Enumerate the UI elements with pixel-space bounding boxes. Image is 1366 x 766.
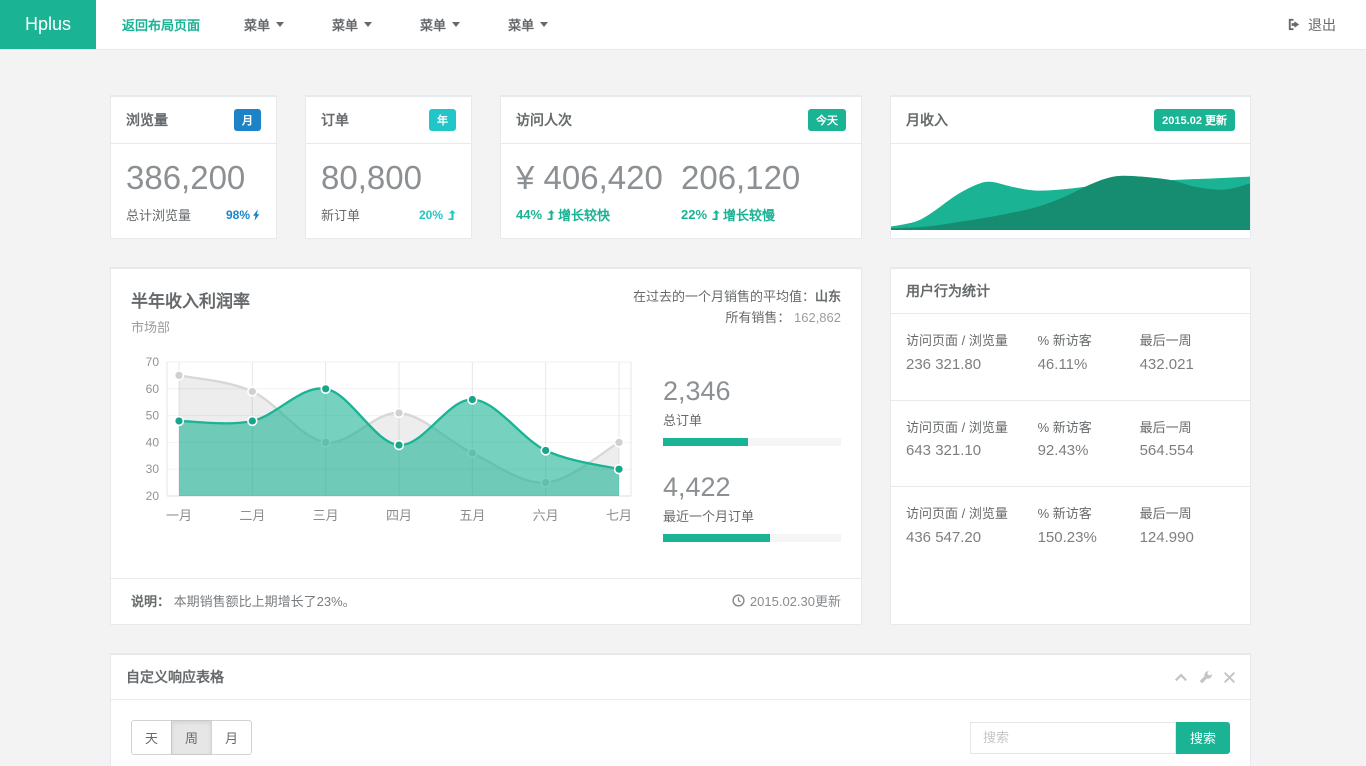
svg-text:30: 30 bbox=[146, 462, 160, 476]
page-content: 浏览量 月 386,200 总计浏览量 98% 订单 年 80, bbox=[0, 50, 1366, 766]
search-group: 搜索 bbox=[970, 722, 1230, 754]
svg-text:一月: 一月 bbox=[166, 508, 192, 523]
svg-text:20: 20 bbox=[146, 489, 160, 503]
period-badge: 今天 bbox=[808, 109, 846, 131]
chart-title: 半年收入利润率 bbox=[131, 287, 250, 312]
level-up-icon bbox=[545, 210, 555, 220]
total-orders-label: 总订单 bbox=[663, 410, 841, 429]
caret-down-icon bbox=[364, 22, 372, 27]
menu-dropdown-1[interactable]: 菜单 bbox=[220, 0, 308, 49]
stat-label: 总计浏览量 bbox=[126, 205, 191, 224]
middle-row: 半年收入利润率 市场部 在过去的一个月销售的平均值：山东 所有销售： 162,8… bbox=[110, 267, 1251, 625]
search-input[interactable] bbox=[970, 722, 1176, 754]
card-page-views: 浏览量 月 386,200 总计浏览量 98% bbox=[110, 95, 277, 239]
card-title: 用户行为统计 bbox=[906, 281, 990, 301]
range-button-week[interactable]: 周 bbox=[171, 720, 212, 755]
card-orders: 订单 年 80,800 新订单 20% bbox=[305, 95, 472, 239]
updated-badge: 2015.02 更新 bbox=[1154, 109, 1235, 131]
level-up-icon bbox=[710, 210, 720, 220]
card-title: 浏览量 bbox=[126, 110, 168, 130]
monthly-income-area-chart bbox=[891, 144, 1250, 230]
range-button-month[interactable]: 月 bbox=[211, 720, 252, 755]
collapse-icon[interactable] bbox=[1175, 673, 1187, 682]
svg-text:二月: 二月 bbox=[239, 508, 265, 523]
summary-value: 山东 bbox=[815, 289, 841, 304]
caret-down-icon bbox=[452, 22, 460, 27]
caret-down-icon bbox=[540, 22, 548, 27]
sales-summary: 在过去的一个月销售的平均值：山东 所有销售： 162,862 bbox=[633, 287, 841, 336]
month-orders-label: 最近一个月订单 bbox=[663, 506, 841, 525]
menu-dropdown-3[interactable]: 菜单 bbox=[396, 0, 484, 49]
chart-subtitle: 市场部 bbox=[131, 317, 250, 336]
user-stats-row: 访问页面 / 浏览量 436 547.20 % 新访客 150.23% 最后一周… bbox=[891, 487, 1250, 573]
menu-dropdown-4[interactable]: 菜单 bbox=[484, 0, 572, 49]
total-orders-value: 2,346 bbox=[663, 376, 841, 407]
month-orders-progress bbox=[663, 534, 841, 542]
navbar: Hplus 返回布局页面 菜单 菜单 菜单 菜单 退出 bbox=[0, 0, 1366, 50]
card-monthly-income: 月收入 2015.02 更新 bbox=[890, 95, 1251, 239]
card-tools bbox=[1175, 671, 1235, 684]
trend-indicator: 44% 增长较快 bbox=[516, 205, 610, 224]
caret-down-icon bbox=[276, 22, 284, 27]
card-title: 自定义响应表格 bbox=[126, 667, 224, 687]
wrench-icon[interactable] bbox=[1199, 671, 1212, 684]
stat-label: 新订单 bbox=[321, 205, 360, 224]
svg-text:五月: 五月 bbox=[459, 508, 485, 523]
svg-text:50: 50 bbox=[146, 409, 160, 423]
card-visits: 访问人次 今天 ¥ 406,420 44% 增长较快 206,120 22% bbox=[500, 95, 862, 239]
period-badge: 月 bbox=[234, 109, 261, 131]
card-half-year-revenue: 半年收入利润率 市场部 在过去的一个月销售的平均值：山东 所有销售： 162,8… bbox=[110, 267, 862, 625]
svg-text:40: 40 bbox=[146, 435, 160, 449]
updated-timestamp: 2015.02.30更新 bbox=[732, 591, 841, 610]
menu-dropdown-2[interactable]: 菜单 bbox=[308, 0, 396, 49]
level-up-icon bbox=[446, 210, 456, 220]
svg-text:七月: 七月 bbox=[606, 508, 632, 523]
svg-text:四月: 四月 bbox=[386, 508, 412, 523]
close-icon[interactable] bbox=[1224, 672, 1235, 683]
month-orders-value: 4,422 bbox=[663, 472, 841, 503]
visits-secondary: 206,120 22% 增长较慢 bbox=[681, 158, 846, 224]
trend-indicator: 98% bbox=[226, 208, 261, 222]
order-stats: 2,346 总订单 4,422 最近一个月订单 bbox=[663, 350, 841, 568]
user-stats-row: 访问页面 / 浏览量 236 321.80 % 新访客 46.11% 最后一周 … bbox=[891, 314, 1250, 401]
stat-value: ¥ 406,420 bbox=[516, 159, 681, 197]
stat-value: 80,800 bbox=[321, 159, 456, 197]
svg-text:三月: 三月 bbox=[313, 508, 339, 523]
trend-indicator: 20% bbox=[419, 208, 456, 222]
bolt-icon bbox=[253, 209, 261, 221]
trend-indicator: 22% 增长较慢 bbox=[681, 205, 775, 224]
card-user-behavior-stats: 用户行为统计 访问页面 / 浏览量 236 321.80 % 新访客 46.11… bbox=[890, 267, 1251, 625]
back-to-layout-link[interactable]: 返回布局页面 bbox=[96, 0, 220, 49]
range-button-group: 天 周 月 bbox=[131, 720, 252, 755]
nav-links: 返回布局页面 菜单 菜单 菜单 菜单 bbox=[96, 0, 572, 49]
card-responsive-table: 自定义响应表格 天 周 bbox=[110, 653, 1251, 766]
period-badge: 年 bbox=[429, 109, 456, 131]
svg-text:70: 70 bbox=[146, 355, 160, 369]
table-row-section: 自定义响应表格 天 周 bbox=[110, 653, 1251, 766]
total-sales-value: 162,862 bbox=[794, 310, 841, 325]
card-title: 订单 bbox=[321, 110, 349, 130]
logout-button[interactable]: 退出 bbox=[1286, 0, 1366, 49]
visits-primary: ¥ 406,420 44% 增长较快 bbox=[516, 158, 681, 224]
search-button[interactable]: 搜索 bbox=[1176, 722, 1230, 754]
card-title: 月收入 bbox=[906, 110, 948, 130]
svg-text:60: 60 bbox=[146, 382, 160, 396]
half-year-revenue-chart: 20 30 40 50 60 70 一月 二月 三月 四月 五月 六月 七月 bbox=[131, 350, 641, 528]
total-orders-progress bbox=[663, 438, 841, 446]
stat-value: 206,120 bbox=[681, 159, 846, 197]
stat-cards-row: 浏览量 月 386,200 总计浏览量 98% 订单 年 80, bbox=[110, 95, 1251, 239]
card-title: 访问人次 bbox=[516, 110, 572, 130]
chart-footer: 说明： 本期销售额比上期增长了23%。 2015.02.30更新 bbox=[111, 578, 861, 624]
range-button-day[interactable]: 天 bbox=[131, 720, 172, 755]
svg-text:六月: 六月 bbox=[533, 508, 559, 523]
clock-icon bbox=[732, 594, 745, 607]
stat-value: 386,200 bbox=[126, 159, 261, 197]
brand-logo[interactable]: Hplus bbox=[0, 0, 96, 49]
sign-out-icon bbox=[1286, 17, 1301, 32]
user-stats-row: 访问页面 / 浏览量 643 321.10 % 新访客 92.43% 最后一周 … bbox=[891, 401, 1250, 488]
